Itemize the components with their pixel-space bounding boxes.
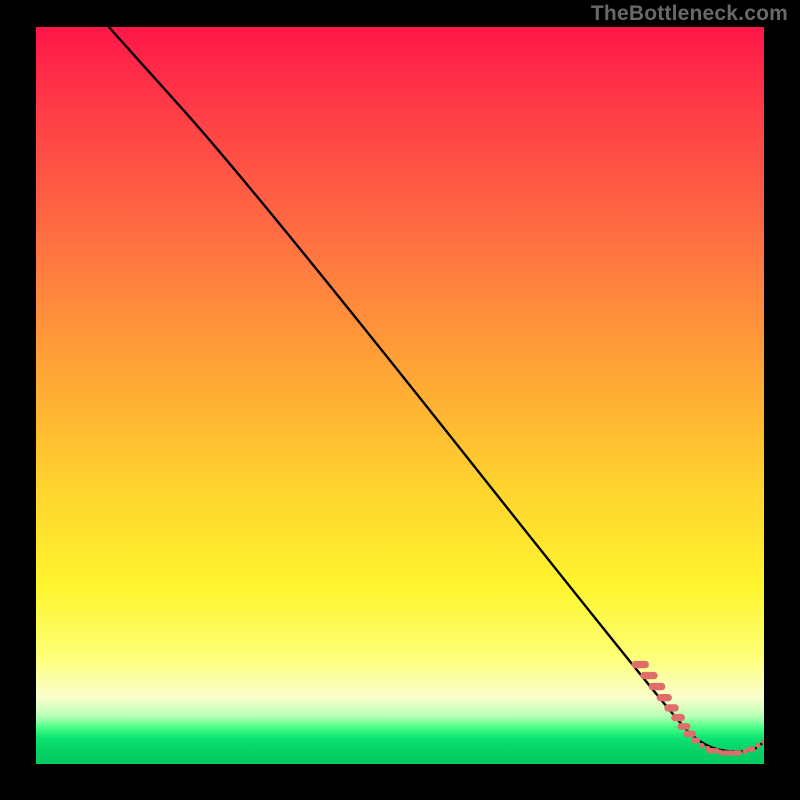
marker-dot [657, 694, 672, 701]
marker-dot [756, 743, 761, 748]
marker-dot [706, 748, 719, 753]
marker-dot [691, 737, 700, 743]
marker-dot [721, 750, 734, 755]
curve-line [109, 27, 764, 752]
marker-dot [677, 723, 690, 730]
marker-dot [684, 730, 696, 737]
watermark-text: TheBottleneck.com [591, 2, 788, 26]
chart-stage: TheBottleneck.com [0, 0, 800, 800]
marker-dot [705, 746, 710, 751]
plot-area [36, 27, 764, 764]
marker-dot [649, 683, 666, 690]
marker-dot [671, 714, 685, 721]
marker-dot [632, 661, 649, 668]
marker-dot [640, 672, 657, 679]
marker-dot [761, 739, 764, 744]
marker-dot [743, 749, 748, 754]
marker-dot [718, 750, 723, 755]
marker-dot [664, 704, 679, 711]
chart-svg [36, 27, 764, 764]
marker-dot [732, 750, 742, 755]
marker-dot [747, 747, 756, 752]
marker-dot [700, 743, 705, 748]
marker-group [632, 661, 764, 756]
